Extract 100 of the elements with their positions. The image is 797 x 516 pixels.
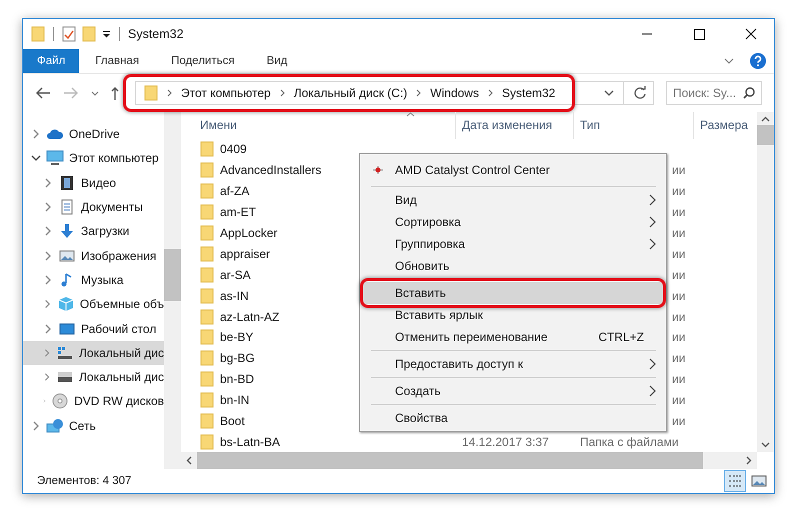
type-cell: ии: [672, 246, 686, 261]
column-header[interactable]: Размера: [694, 112, 757, 139]
recent-dropdown-icon[interactable]: [91, 90, 99, 96]
desktop-icon: [58, 320, 76, 337]
nav-item[interactable]: Сеть: [23, 414, 164, 438]
nav-item[interactable]: Локальный дис: [23, 364, 164, 390]
expand-chevron-icon[interactable]: [31, 420, 41, 431]
up-arrow-icon[interactable]: [111, 86, 119, 100]
type-cell: ии: [672, 205, 686, 220]
nav-item[interactable]: OneDrive: [23, 122, 164, 146]
nav-item[interactable]: Рабочий стол: [23, 316, 164, 341]
file-name[interactable]: as-IN: [220, 288, 249, 303]
file-name[interactable]: ar-SA: [220, 268, 251, 282]
menu-item[interactable]: Вид: [360, 189, 666, 211]
help-icon[interactable]: [750, 53, 766, 69]
scrollbar[interactable]: [757, 112, 774, 452]
menu-item[interactable]: Предоставить доступ к: [360, 353, 666, 375]
expand-chevron-icon[interactable]: [43, 274, 53, 285]
breadcrumb-chevron-icon[interactable]: [280, 89, 285, 97]
nav-item[interactable]: Локальный дис: [23, 340, 164, 365]
menu-item[interactable]: Отменить переименование CTRL+Z: [360, 326, 666, 348]
type-cell: ии: [672, 414, 686, 428]
expand-chevron-icon[interactable]: [43, 178, 53, 188]
menu-item[interactable]: Группировка: [360, 233, 666, 255]
nav-item[interactable]: Загрузки: [23, 219, 164, 244]
scroll-left-icon[interactable]: [186, 456, 192, 465]
file-name[interactable]: Boot: [220, 414, 245, 428]
expand-chevron-icon[interactable]: [31, 129, 41, 140]
nav-item[interactable]: Объемные объ: [23, 292, 164, 316]
file-name[interactable]: AppLocker: [220, 226, 278, 240]
expand-chevron-icon[interactable]: [43, 372, 52, 382]
type-cell: ии: [672, 288, 686, 303]
column-header[interactable]: Дата изменения: [456, 112, 574, 139]
breadcrumb-chevron-icon[interactable]: [488, 89, 493, 97]
menu-item[interactable]: AMD Catalyst Control Center: [360, 156, 666, 184]
expand-chevron-icon[interactable]: [43, 226, 53, 236]
expand-chevron-icon[interactable]: [43, 299, 52, 310]
menu-item[interactable]: Обновить: [360, 255, 666, 277]
search-field[interactable]: Поиск: Sy...: [666, 81, 762, 105]
file-name[interactable]: AdvancedInstallers: [220, 163, 322, 178]
collapse-chevron-icon[interactable]: [31, 153, 41, 164]
nav-item[interactable]: Видео: [23, 170, 164, 195]
breadcrumb[interactable]: Windows: [430, 86, 479, 100]
film-icon: [58, 174, 76, 191]
file-name[interactable]: bg-BG: [220, 351, 255, 366]
file-name[interactable]: bn-IN: [220, 393, 250, 408]
nav-item[interactable]: Музыка: [23, 268, 164, 292]
breadcrumb[interactable]: System32: [502, 86, 556, 100]
menu-item[interactable]: Свойства: [360, 407, 666, 429]
back-arrow-icon[interactable]: [35, 86, 51, 100]
scroll-thumb[interactable]: [757, 125, 774, 145]
properties-icon[interactable]: [62, 26, 76, 42]
scroll-thumb[interactable]: [164, 249, 181, 301]
folder-icon: [200, 288, 214, 304]
column-header[interactable]: Тип: [574, 112, 694, 139]
ribbon-tab[interactable]: Поделиться: [155, 49, 251, 73]
expand-chevron-icon[interactable]: [43, 202, 53, 212]
ribbon-tab[interactable]: Вид: [250, 49, 304, 73]
file-name[interactable]: appraiser: [220, 246, 270, 261]
nav-item[interactable]: Этот компьютер: [23, 146, 164, 171]
system-drive-icon: [56, 344, 74, 361]
nav-item[interactable]: Изображения: [23, 243, 164, 268]
file-name[interactable]: bn-BD: [220, 372, 254, 386]
file-name[interactable]: af-ZA: [220, 184, 250, 198]
details-view-button[interactable]: [724, 470, 746, 492]
scroll-down-icon[interactable]: [761, 442, 770, 448]
folder-icon: [200, 162, 214, 178]
expand-ribbon-icon[interactable]: [724, 58, 734, 64]
breadcrumb-chevron-icon[interactable]: [416, 89, 422, 97]
address-bar[interactable]: Этот компьютер Локальный диск (C:) Windows System32: [135, 81, 654, 105]
folder-icon: [200, 434, 214, 450]
breadcrumb[interactable]: Этот компьютер: [181, 86, 271, 100]
expand-chevron-icon[interactable]: [43, 250, 53, 261]
expand-chevron-icon[interactable]: [43, 348, 52, 358]
scrollbar[interactable]: [164, 112, 181, 469]
customize-dropdown-icon[interactable]: [102, 30, 111, 38]
ribbon-tab[interactable]: Главная: [79, 49, 156, 73]
folder-icon: [200, 308, 214, 325]
address-dropdown-icon[interactable]: [604, 90, 614, 96]
ribbon-tab[interactable]: Файл: [23, 49, 80, 73]
menu-item[interactable]: Сортировка: [360, 211, 666, 233]
breadcrumb[interactable]: Локальный диск (C:): [294, 86, 408, 100]
expand-chevron-icon[interactable]: [43, 324, 53, 334]
folder-icon: [200, 371, 214, 388]
menu-item[interactable]: Создать: [360, 380, 666, 402]
file-name[interactable]: bs-Latn-BA: [220, 434, 280, 449]
nav-item[interactable]: DVD RW дисков: [23, 389, 164, 414]
file-name[interactable]: be-BY: [220, 330, 254, 344]
scroll-up-icon[interactable]: [761, 116, 770, 122]
menu-item[interactable]: Вставить: [362, 282, 664, 304]
breadcrumb-chevron-icon[interactable]: [167, 89, 172, 97]
file-name[interactable]: 0409: [220, 142, 247, 156]
menu-item[interactable]: Вставить ярлык: [360, 304, 666, 326]
folder-icon: [200, 246, 214, 262]
scroll-right-icon[interactable]: [746, 456, 752, 465]
nav-item[interactable]: Документы: [23, 194, 164, 220]
refresh-icon[interactable]: [633, 86, 647, 100]
file-name[interactable]: am-ET: [220, 205, 256, 220]
column-header[interactable]: Имени: [181, 112, 456, 139]
file-name[interactable]: az-Latn-AZ: [220, 310, 280, 324]
